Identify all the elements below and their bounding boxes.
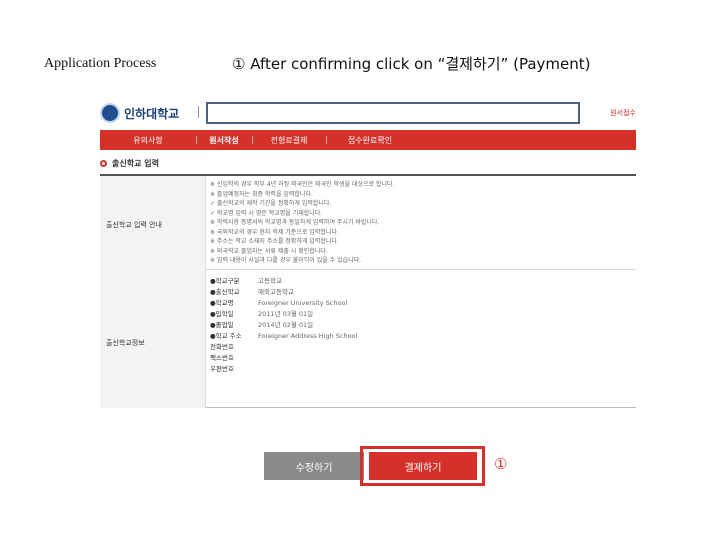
field-row: ●출신학교 해외고등학교: [210, 287, 630, 298]
field-label: ●학교명: [210, 299, 234, 307]
brand-name: 인하대학교: [124, 106, 180, 121]
step-title: ① After confirming click on “결제하기” (Paym…: [232, 55, 591, 73]
field-row: ●학교 주소 Foreigner Address High School: [210, 331, 630, 342]
note-line: ※ 학력사항 증명서의 학교명과 동일하게 입력하여 주시기 바랍니다.: [210, 219, 380, 226]
field-value[interactable]: Foreigner University School: [258, 298, 347, 309]
note-line: ※ 입력 내용이 사실과 다를 경우 불이익이 있을 수 있습니다.: [210, 257, 362, 264]
field-value[interactable]: 2011년 03월 01일: [258, 309, 313, 320]
field-label: ●학교구분: [210, 277, 240, 285]
field-row: ●학교구분 고등학교: [210, 276, 630, 287]
top-link-application[interactable]: 원서접수: [610, 108, 636, 118]
section-title-text: 출신학교 입력: [112, 159, 159, 168]
note-line: ※ 외국학교 졸업자는 서류 제출 시 확인합니다.: [210, 247, 328, 255]
field-row: ●학교명 Foreigner University School: [210, 298, 630, 309]
note-line: ✓ 출신학교의 재학 기간을 정확하게 입력합니다.: [210, 200, 332, 207]
school-fields: ●학교구분 고등학교 ●출신학교 해외고등학교 ●학교명 Foreigner Univ…: [210, 276, 630, 375]
field-value[interactable]: Foreigner Address High School: [258, 331, 357, 342]
tab-notice[interactable]: 유의사항: [100, 130, 196, 150]
portal-screenshot: 인하대학교 원서접수 유의사항 원서작성 전형료결제 접수완료확인 출신학교 입…: [100, 98, 636, 410]
step-marker: ①: [494, 455, 508, 473]
field-label: ●졸업일: [210, 321, 234, 329]
school-info-label: 출신학교정보: [106, 339, 145, 347]
field-label: ●입학일: [210, 310, 234, 318]
tab-completion-check[interactable]: 접수완료확인: [326, 130, 414, 150]
field-label: ●학교 주소: [210, 332, 242, 340]
field-value[interactable]: 해외고등학교: [258, 287, 294, 298]
field-row: 팩스번호: [210, 353, 630, 364]
section-title: 출신학교 입력: [100, 158, 159, 169]
tab-application-form[interactable]: 원서작성: [196, 130, 252, 150]
field-row: 우편번호: [210, 364, 630, 375]
edit-button[interactable]: 수정하기: [264, 452, 364, 480]
field-label: 전화번호: [210, 343, 234, 351]
field-value[interactable]: 2014년 02월 01일: [258, 320, 313, 331]
field-label: ●출신학교: [210, 288, 240, 296]
field-row: 전화번호: [210, 342, 630, 353]
guide-label: 출신학교 입력 안내: [106, 221, 162, 229]
payment-button[interactable]: 결제하기: [369, 452, 477, 480]
university-logo-icon: [100, 103, 120, 123]
note-line: ✓ 학교명 입력 시 영문 학교명을 기재합니다.: [210, 209, 323, 217]
field-value[interactable]: 고등학교: [258, 276, 282, 287]
section-divider: [206, 269, 636, 270]
brand-logo-link[interactable]: 인하대학교: [100, 102, 179, 124]
note-line: ※ 주소는 학교 소재지 주소를 정확하게 입력합니다.: [210, 238, 339, 245]
school-info-form: 출신학교 입력 안내 출신학교정보 ※ 신입학의 경우 학부 4년 과정 외국인…: [100, 174, 636, 408]
field-label: 팩스번호: [210, 354, 234, 362]
field-row: ●입학일 2011년 03월 01일: [210, 309, 630, 320]
field-row: ●졸업일 2014년 02월 01일: [210, 320, 630, 331]
field-label: 우편번호: [210, 365, 234, 373]
circle-bullet-icon: [100, 160, 107, 167]
url-highlight-box: [206, 102, 580, 124]
note-line: ※ 신입학의 경우 학부 4년 과정 외국인은 외국인 학생을 대상으로 합니다…: [210, 181, 395, 188]
tab-fee-payment[interactable]: 전형료결제: [252, 130, 326, 150]
note-line: ※ 국외학교의 경우 현지 학제 기준으로 입력합니다.: [210, 228, 339, 236]
note-line: ※ 졸업예정자는 최종 학력을 입력합니다.: [210, 190, 313, 198]
step-navbar: 유의사항 원서작성 전형료결제 접수완료확인: [100, 130, 636, 150]
guide-notes: ※ 신입학의 경우 학부 4년 과정 외국인은 외국인 학생을 대상으로 합니다…: [210, 180, 630, 266]
brand-separator: [198, 106, 199, 118]
form-label-column: 출신학교 입력 안내 출신학교정보: [100, 176, 206, 408]
process-label: Application Process: [44, 56, 157, 71]
